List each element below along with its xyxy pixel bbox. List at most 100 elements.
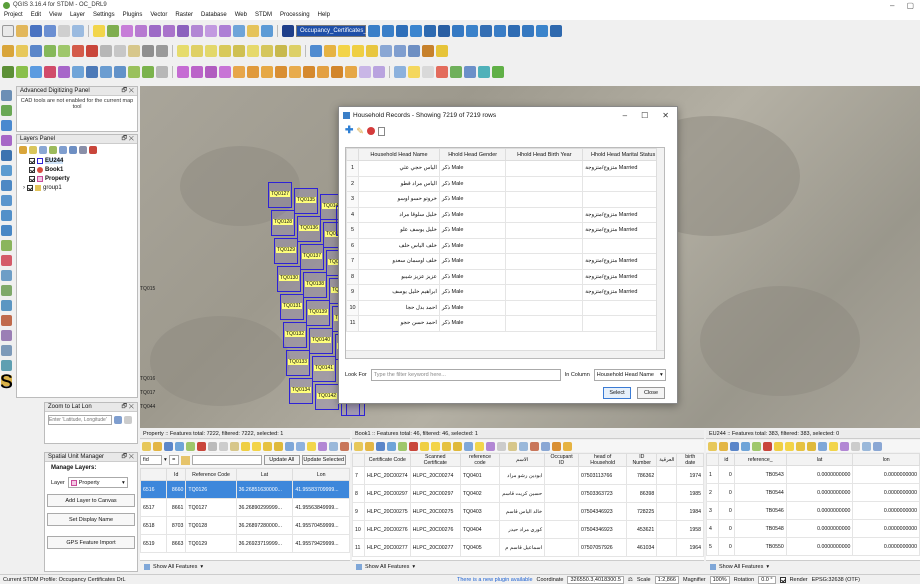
document-icon[interactable] — [377, 126, 385, 136]
cell-name[interactable]: حسين كريت قاسم — [499, 484, 546, 503]
pan-icon[interactable] — [93, 25, 105, 37]
cell-marital[interactable] — [582, 175, 664, 192]
undo-icon[interactable] — [142, 45, 154, 57]
stdm-help-icon[interactable] — [508, 25, 520, 37]
cell-gender[interactable]: ذكر Male — [438, 299, 507, 316]
save-icon[interactable] — [730, 441, 739, 451]
cell-gender[interactable]: ذكر Male — [438, 206, 507, 223]
cell-gender[interactable]: ذكر Male — [438, 253, 507, 270]
maximize-icon[interactable]: ☐ — [641, 111, 648, 120]
cell-gender[interactable]: ذكر Male — [438, 222, 507, 239]
zoom-map-icon[interactable] — [840, 441, 849, 451]
reload-icon[interactable] — [387, 441, 396, 451]
cell-sc[interactable]: HLPC_20C00276 — [409, 520, 461, 539]
filter-input[interactable]: Type the filter keyword here... — [370, 369, 561, 381]
cell-eth[interactable] — [656, 502, 678, 521]
table-row[interactable]: 11 HLPC_20C00277 HLPC_20C00277 TQ0405 اسماعي… — [352, 538, 704, 557]
select-all-icon[interactable] — [252, 441, 261, 451]
zoom-layer-icon[interactable] — [177, 25, 189, 37]
column-header[interactable]: Lat — [235, 468, 294, 481]
cell-cc[interactable]: HLPC_20C00277 — [364, 538, 411, 557]
stdm-entities-icon[interactable] — [368, 25, 380, 37]
table-row[interactable]: 4 0 TB0548 0.0000000000 0.0000000000 — [706, 519, 920, 538]
plugin-icon[interactable] — [492, 66, 504, 78]
cell-sc[interactable]: HLPC_20C00274 — [409, 466, 461, 485]
column-header[interactable]: Hhold Head Gender — [438, 148, 507, 161]
cell-gender[interactable]: ذكر Male — [438, 268, 507, 285]
cell-hoh[interactable]: 07503363723 — [577, 484, 628, 503]
fill-ring-icon[interactable] — [275, 66, 287, 78]
cell-ref[interactable]: TQ0128 — [185, 516, 237, 535]
magnifier-field[interactable]: 100% — [709, 575, 730, 584]
toolbox-icon[interactable] — [422, 45, 434, 57]
cell-rn[interactable]: 10 — [352, 520, 365, 539]
cell-ref[interactable]: TB0544 — [733, 483, 787, 502]
delete-field-icon[interactable] — [530, 441, 539, 451]
expand-all-icon[interactable] — [69, 146, 77, 154]
cell-head-name[interactable]: احمد بدل حجا — [358, 299, 440, 316]
zoom-out-icon[interactable] — [135, 25, 147, 37]
column-select[interactable]: Household Head Name ▾ — [593, 369, 666, 381]
new-shapefile-icon[interactable] — [128, 66, 140, 78]
move-selection-top-icon[interactable] — [296, 441, 305, 451]
cell-hoh[interactable]: 07503113766 — [577, 466, 628, 485]
add-vector-tile-icon[interactable] — [1, 270, 12, 281]
menu-raster[interactable]: Raster — [175, 12, 193, 18]
row-number[interactable]: 9 — [346, 284, 360, 301]
cell-marital[interactable]: متزوج/متزوجة Married — [582, 222, 664, 239]
stdm-forms-icon[interactable] — [382, 25, 394, 37]
cell-rn[interactable]: 6518 — [140, 516, 167, 535]
row-number[interactable]: 8 — [346, 268, 360, 285]
georef-icon[interactable] — [464, 66, 476, 78]
add-vector-layer-icon[interactable] — [1, 105, 12, 116]
select-by-value-icon[interactable] — [352, 45, 364, 57]
cell-id[interactable]: 8663 — [165, 534, 187, 553]
column-header[interactable]: head of Household — [577, 453, 628, 467]
cell-lat[interactable]: 36.26890299999... — [235, 498, 294, 517]
label-move-icon[interactable] — [219, 45, 231, 57]
add-wfs-layer-icon[interactable] — [1, 210, 12, 221]
print-layout-icon[interactable] — [58, 25, 70, 37]
save-icon[interactable] — [376, 441, 385, 451]
current-edits-icon[interactable] — [2, 45, 14, 57]
column-header[interactable]: Hhold Head Birth Year — [505, 148, 584, 161]
cell-birth-year[interactable] — [505, 191, 584, 208]
cell-occ[interactable] — [544, 538, 579, 557]
stdm-spatial-icon[interactable] — [410, 25, 422, 37]
add-mesh-icon[interactable] — [44, 66, 56, 78]
statistics-icon[interactable] — [408, 45, 420, 57]
add-delimited-icon[interactable] — [1, 135, 12, 146]
cell-lon[interactable]: 0.0000000000 — [852, 537, 920, 556]
zoom-map-icon[interactable] — [486, 441, 495, 451]
cell-bd[interactable]: 1974 — [676, 466, 704, 485]
cell-birth-year[interactable] — [505, 206, 584, 223]
table-row[interactable]: 6518 8703 TQ0128 36.26897280000... 41.955704… — [140, 516, 350, 535]
label-options-icon[interactable] — [275, 45, 287, 57]
cell-birth-year[interactable] — [505, 237, 584, 254]
panel-close-icon[interactable]: 🗗 ✕ — [122, 86, 135, 96]
zoom-in-icon[interactable] — [121, 25, 133, 37]
new-temp-layer-icon[interactable] — [156, 66, 168, 78]
digitize-regular-icon[interactable] — [219, 66, 231, 78]
add-spatialite-icon[interactable] — [72, 66, 84, 78]
invert-selection-icon[interactable] — [263, 441, 272, 451]
cell-idn[interactable]: 453621 — [626, 520, 658, 539]
row-number[interactable]: 3 — [346, 191, 360, 208]
column-header[interactable]: lon — [852, 453, 920, 466]
filter-icon[interactable] — [285, 441, 294, 451]
menu-processing[interactable]: Processing — [280, 12, 310, 18]
cell-cc[interactable]: HLPC_20C00297 — [364, 484, 411, 503]
stdm-documents-icon[interactable] — [452, 25, 464, 37]
cell-occ[interactable] — [544, 466, 579, 485]
cell-marital[interactable] — [582, 191, 664, 208]
cell-cc[interactable]: HLPC_20C00274 — [364, 466, 411, 485]
profile-combo[interactable]: Occupancy_Certificates_DRL — [296, 25, 379, 37]
cell-bd[interactable]: 1964 — [676, 538, 704, 557]
pan-map-icon[interactable] — [475, 441, 484, 451]
style-manager-icon[interactable] — [19, 146, 27, 154]
menu-vector[interactable]: Vector — [150, 12, 167, 18]
field-calc-icon[interactable] — [541, 441, 550, 451]
split-features-icon[interactable] — [331, 66, 343, 78]
toggle-editing-icon[interactable] — [16, 45, 28, 57]
cell-id[interactable]: 0 — [718, 519, 735, 538]
